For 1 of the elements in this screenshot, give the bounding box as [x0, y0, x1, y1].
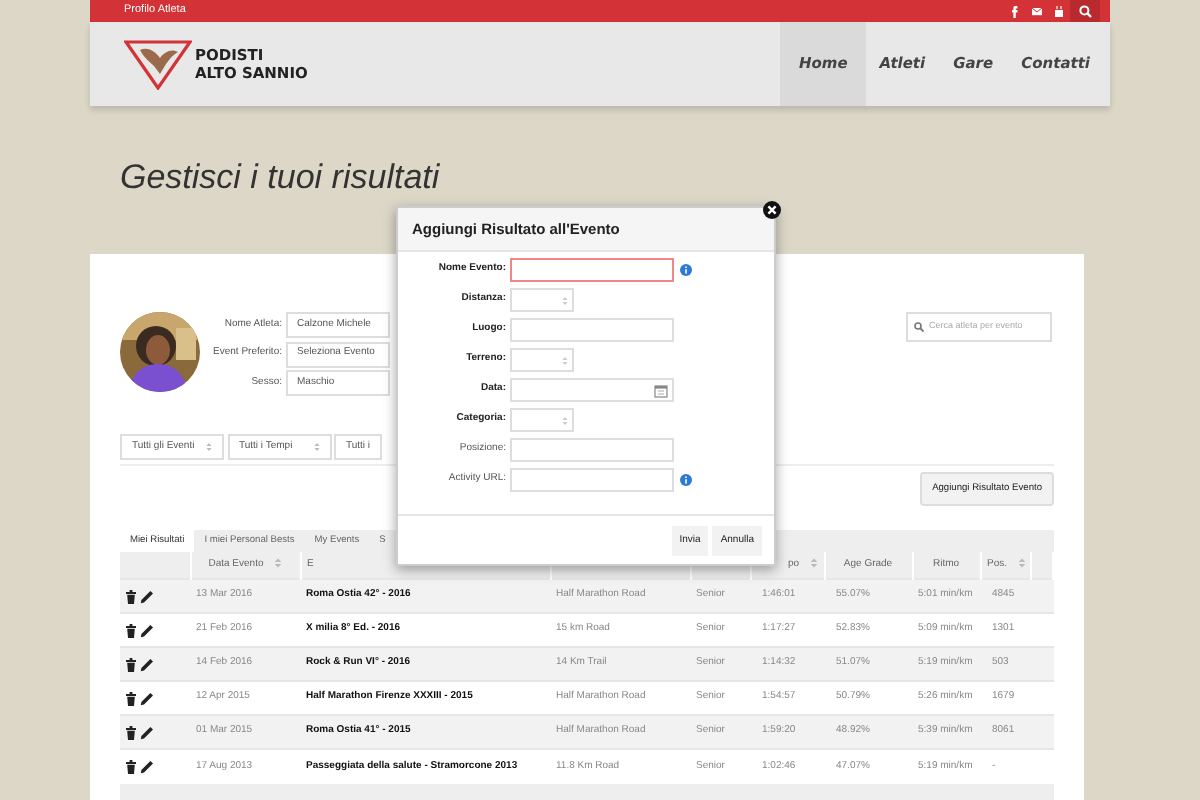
page-title: Gestisci i tuoi risultati — [120, 158, 442, 198]
